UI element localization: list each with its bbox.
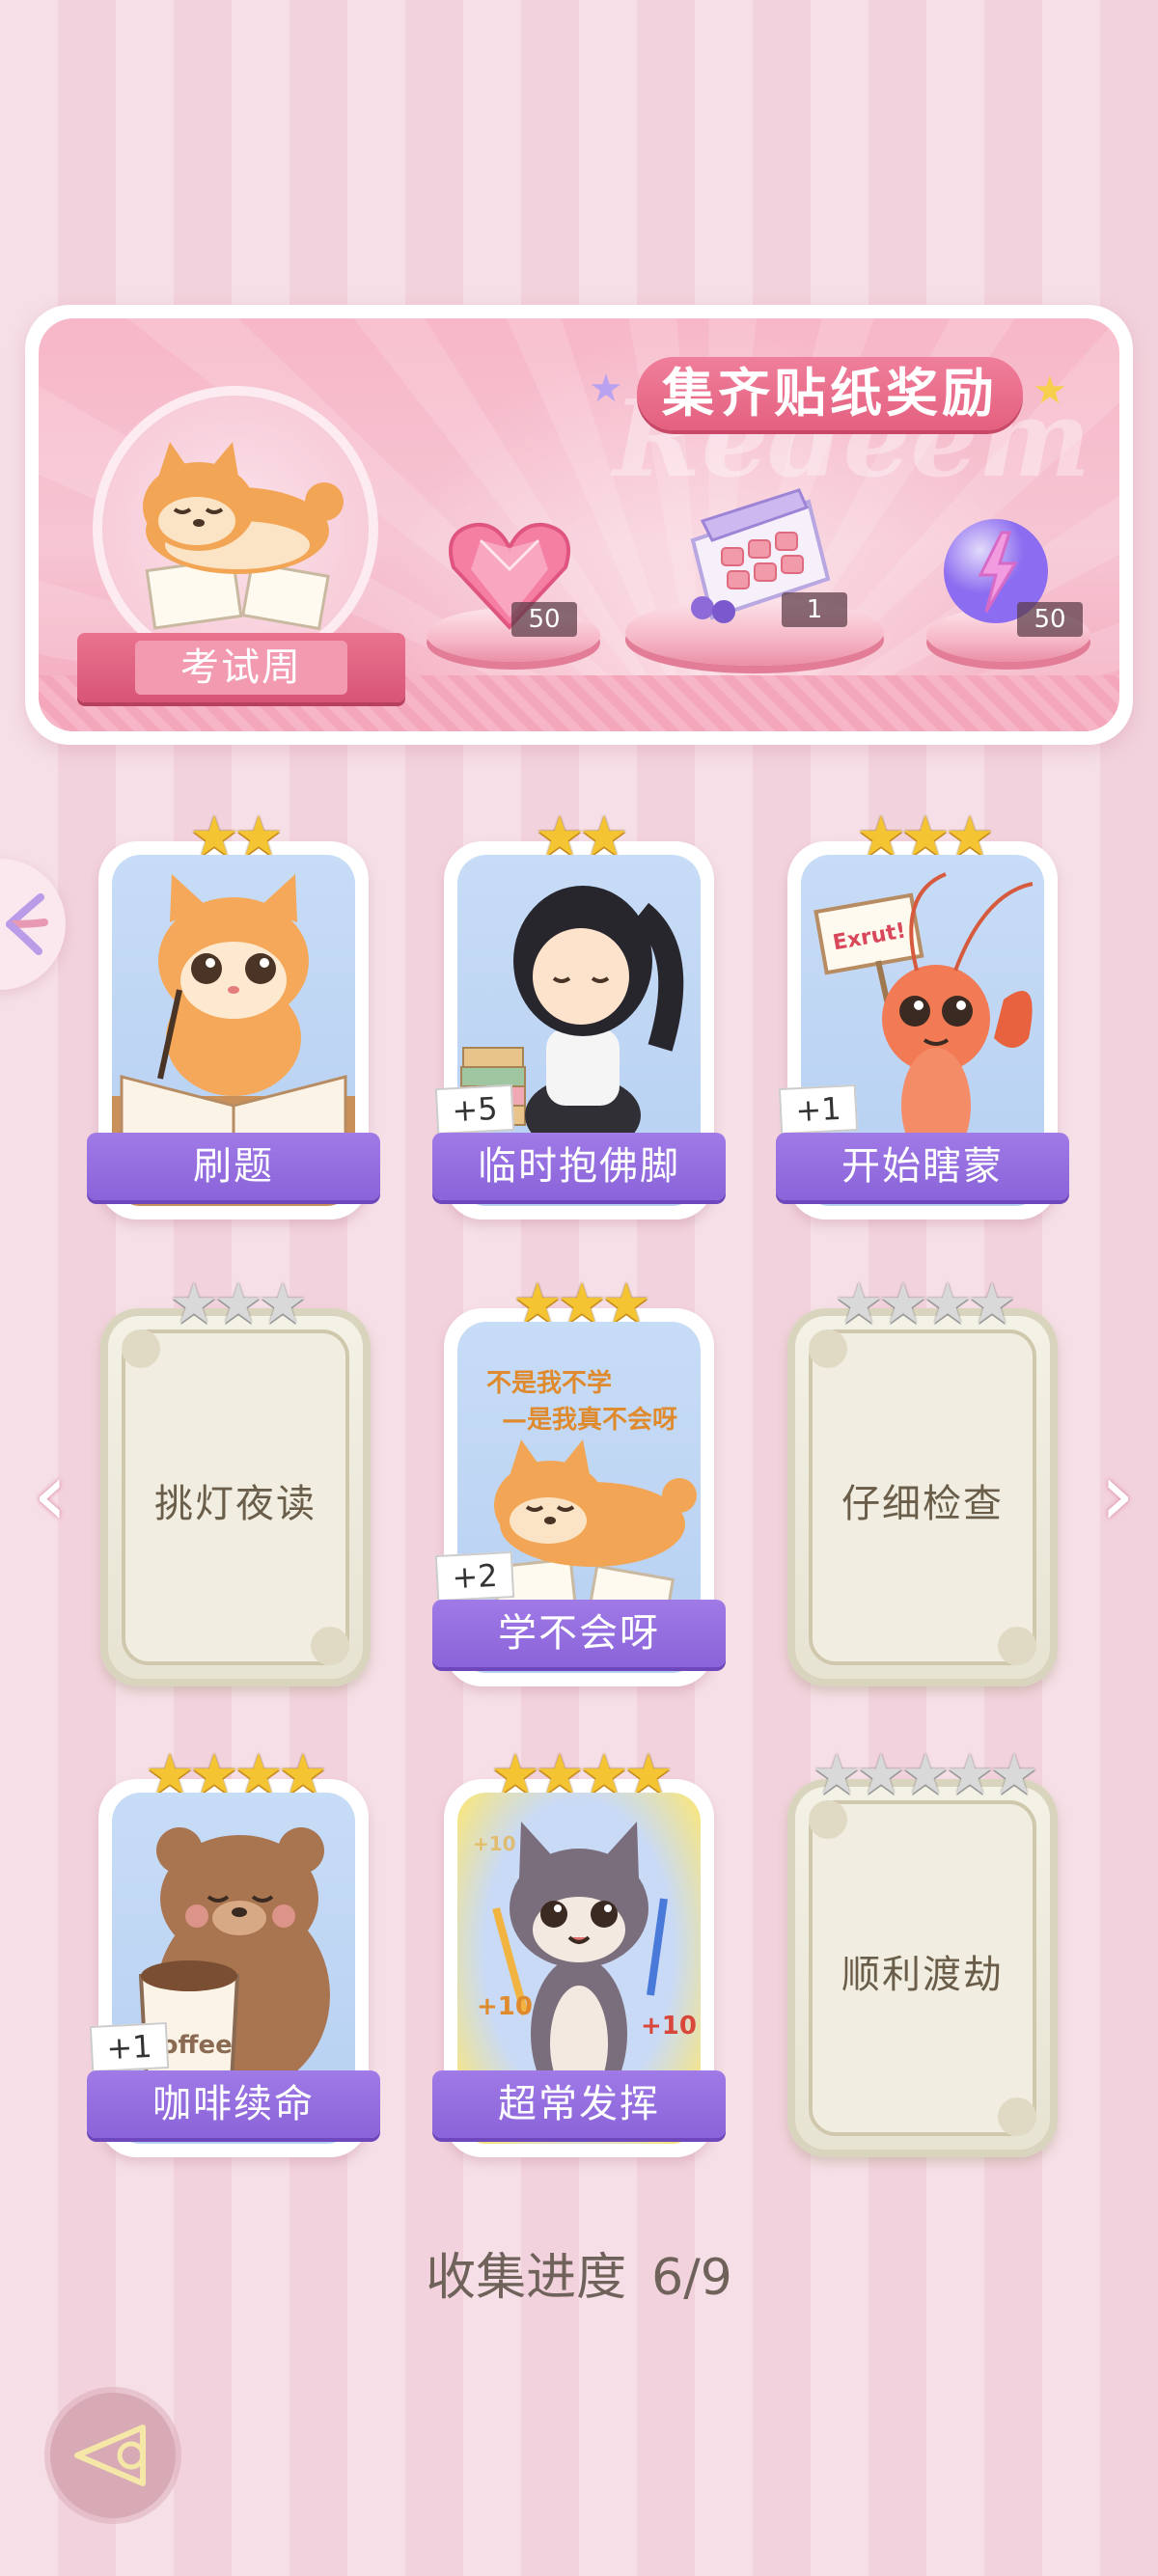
banner-title: 集齐贴纸奖励 — [637, 357, 1023, 430]
card-stars: ★★★★★ — [812, 1741, 1039, 1807]
progress-label: 收集进度 — [426, 2249, 627, 2307]
sticker-card-locked[interactable]: ★★★★★ 顺利渡劫 — [787, 1741, 1058, 2157]
card-label: 开始瞎蒙 — [776, 1133, 1069, 1200]
collection-progress: 收集进度 6/9 — [0, 2236, 1158, 2309]
theme-ribbon: 考试周 — [77, 633, 405, 702]
sticker-card[interactable]: ★★ +5 临时抱佛脚 — [432, 804, 726, 1219]
sticker-card[interactable]: ★★★★ coffee +1 咖啡续命 — [87, 1741, 380, 2157]
purple-star-icon: ★ — [589, 367, 623, 411]
side-tab-button[interactable] — [0, 859, 66, 990]
prev-page-arrow-icon[interactable]: ‹ — [21, 1447, 79, 1544]
sleeping-shiba-icon — [143, 442, 344, 631]
locked-card-title: 顺利渡劫 — [841, 1953, 1004, 1997]
card-stars: ★★★ — [169, 1271, 308, 1336]
card-label: 超常发挥 — [432, 2070, 726, 2138]
plus-ten-top: +10 — [473, 1832, 516, 1855]
theme-label: 考试周 — [135, 641, 347, 695]
shiba-caption-line-2: —是我真不会呀 — [502, 1406, 677, 1435]
plus-ten-right: +10 — [641, 2012, 697, 2041]
reward-gift-box[interactable]: 1 — [664, 482, 857, 627]
sticker-card-locked[interactable]: ★★★ 挑灯夜读 — [100, 1271, 371, 1686]
sticker-card[interactable]: ★★ 刷题 — [87, 804, 380, 1219]
plus-ten-left: +10 — [477, 1992, 533, 2021]
reward-banner: Redeem ★ 集齐贴纸奖励 ★ 考试周 50 1 50 — [25, 305, 1133, 745]
sticker-card-locked[interactable]: ★★★★ 仔细检查 — [787, 1271, 1058, 1686]
card-label: 刷题 — [87, 1133, 380, 1200]
card-label: 学不会呀 — [432, 1600, 726, 1667]
theme-avatar[interactable] — [93, 386, 378, 671]
back-button[interactable] — [50, 2393, 176, 2518]
card-stars: ★★★★ — [834, 1271, 1017, 1336]
reward-count: 1 — [782, 592, 847, 627]
progress-value: 6/9 — [651, 2249, 732, 2307]
card-label: 临时抱佛脚 — [432, 1133, 726, 1200]
yellow-star-icon: ★ — [1033, 369, 1067, 413]
reward-energy-orb[interactable]: 50 — [938, 511, 1083, 637]
locked-card-title: 挑灯夜读 — [154, 1482, 317, 1526]
locked-card-title: 仔细检查 — [841, 1482, 1004, 1526]
card-bonus-badge: +1 — [778, 1083, 859, 1136]
card-label: 咖啡续命 — [87, 2070, 380, 2138]
shiba-caption-line-1: 不是我不学 — [486, 1368, 612, 1398]
reward-heart-gem[interactable]: 50 — [442, 511, 577, 637]
next-page-arrow-icon[interactable]: › — [1089, 1447, 1146, 1544]
reward-count: 50 — [1017, 602, 1083, 637]
sticker-card[interactable]: ★★★ Exrut! +1 开始瞎蒙 — [776, 804, 1069, 1219]
back-arrow-icon — [74, 2425, 146, 2486]
sticker-card-golden[interactable]: ★★★★ +10 +10 +10 超常发挥 — [432, 1741, 726, 2157]
card-bonus-badge: +2 — [434, 1550, 515, 1603]
card-bonus-badge: +5 — [434, 1083, 515, 1136]
sticker-card[interactable]: ★★★ 不是我不学 —是我真不会呀 +2 学不会呀 — [432, 1271, 726, 1686]
card-bonus-badge: +1 — [89, 2021, 170, 2073]
petal-icon — [6, 893, 48, 955]
banner-title-group: ★ 集齐贴纸奖励 ★ — [579, 347, 1100, 453]
reward-banner-background: Redeem ★ 集齐贴纸奖励 ★ 考试周 50 1 50 — [39, 318, 1119, 731]
reward-count: 50 — [511, 602, 577, 637]
